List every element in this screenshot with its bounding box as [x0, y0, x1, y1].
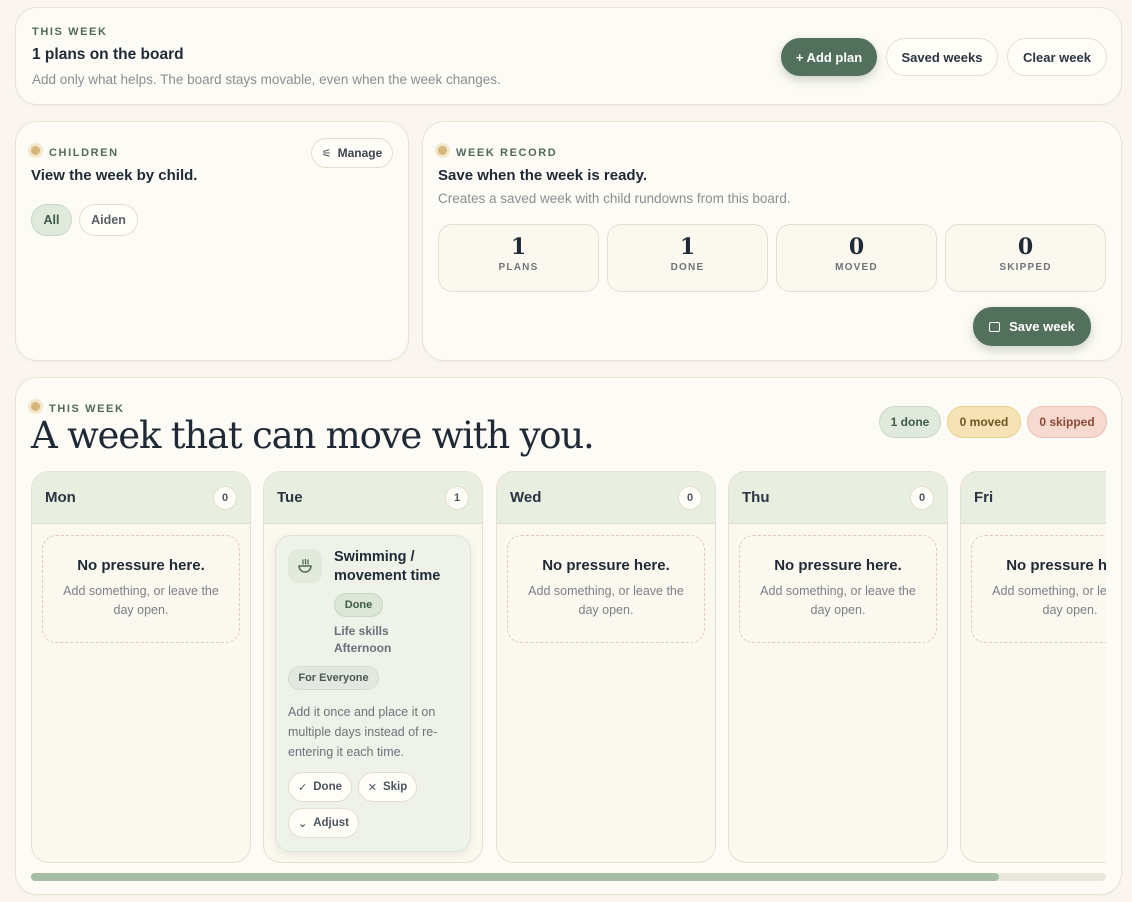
empty-title: No pressure here.	[542, 557, 670, 574]
close-icon: ✕	[367, 781, 377, 794]
header-eyebrow: THIS WEEK	[32, 26, 108, 38]
empty-subtitle: Add something, or leave the day open.	[760, 584, 916, 617]
stat-moved: 0 MOVED	[776, 224, 937, 292]
chevron-down-icon: ⌄	[298, 817, 308, 830]
empty-day-placeholder[interactable]: No pressure here. Add something, or leav…	[507, 535, 705, 643]
day-column-fri: Fri 0 No pressure here. Add something, o…	[960, 471, 1106, 863]
day-header: Mon 0	[32, 472, 250, 524]
sliders-icon: ⚟	[321, 147, 332, 160]
day-name: Wed	[510, 489, 542, 506]
stat-done-value: 1	[679, 234, 696, 260]
plans-count-title: 1 plans on the board	[32, 46, 184, 63]
day-count: 0	[678, 485, 702, 510]
stat-done-label: DONE	[670, 262, 705, 273]
dot-icon	[31, 402, 40, 412]
day-column-thu: Thu 0 No pressure here. Add something, o…	[728, 471, 948, 863]
day-column-wed: Wed 0 No pressure here. Add something, o…	[496, 471, 716, 863]
week-title: A week that can move with you.	[31, 414, 595, 457]
week-board-card: THIS WEEK A week that can move with you.…	[15, 377, 1122, 895]
empty-subtitle: Add something, or leave the day open.	[992, 584, 1106, 617]
skip-action-label: Skip	[382, 781, 408, 793]
empty-title: No pressure here.	[774, 557, 902, 574]
children-card: CHILDREN View the week by child. ⚟ Manag…	[15, 121, 409, 361]
done-action-button[interactable]: ✓ Done	[288, 772, 352, 802]
day-column-mon: Mon 0 No pressure here. Add something, o…	[31, 471, 251, 863]
empty-day-placeholder[interactable]: No pressure here. Add something, or leav…	[42, 535, 240, 643]
board-scrollbar-thumb[interactable]	[31, 873, 999, 881]
save-week-button[interactable]: Save week	[973, 307, 1091, 346]
clear-week-button[interactable]: Clear week	[1007, 38, 1107, 76]
board-viewport[interactable]: Mon 0 No pressure here. Add something, o…	[31, 471, 1106, 863]
header-subtitle: Add only what helps. The board stays mov…	[32, 72, 501, 87]
skipped-badge: 0 skipped	[1027, 406, 1107, 438]
stat-skipped-value: 0	[1017, 234, 1034, 260]
day-header: Thu 0	[729, 472, 947, 524]
plan-status-pill: Done	[334, 593, 383, 617]
stat-skipped-label: SKIPPED	[999, 262, 1052, 273]
empty-day-placeholder[interactable]: No pressure here. Add something, or leav…	[739, 535, 937, 643]
day-name: Thu	[742, 489, 770, 506]
day-count: 0	[910, 485, 934, 510]
plan-note: Add it once and place it on multiple day…	[288, 705, 438, 759]
adjust-action-button[interactable]: ⌄ Adjust	[288, 808, 359, 838]
week-record-card: WEEK RECORD Save when the week is ready.…	[422, 121, 1122, 361]
stat-skipped: 0 SKIPPED	[945, 224, 1106, 292]
stat-plans-value: 1	[510, 234, 527, 260]
stat-moved-label: MOVED	[835, 262, 878, 273]
dot-icon	[438, 146, 447, 156]
stat-plans-label: PLANS	[498, 262, 539, 273]
stat-moved-value: 0	[848, 234, 865, 260]
bowl-icon	[288, 549, 322, 583]
day-name: Tue	[277, 489, 303, 506]
day-column-tue: Tue 1 Swimming / movement time Done Life…	[263, 471, 483, 863]
empty-title: No pressure here.	[1006, 557, 1106, 574]
manage-button[interactable]: ⚟ Manage	[311, 138, 393, 168]
stat-done: 1 DONE	[607, 224, 768, 292]
filter-all-chip[interactable]: All	[31, 204, 72, 236]
plan-time: Afternoon	[334, 641, 392, 655]
save-week-label: Save week	[1009, 319, 1075, 334]
manage-label: Manage	[337, 146, 383, 160]
children-eyebrow: CHILDREN	[49, 147, 119, 159]
empty-title: No pressure here.	[77, 557, 205, 574]
done-badge: 1 done	[879, 406, 941, 438]
done-action-label: Done	[313, 781, 342, 793]
day-name: Mon	[45, 489, 76, 506]
plan-card[interactable]: Swimming / movement time Done Life skill…	[275, 535, 471, 852]
record-eyebrow: WEEK RECORD	[456, 147, 558, 159]
dot-icon	[31, 146, 40, 156]
add-plan-button[interactable]: + Add plan	[781, 38, 877, 76]
empty-subtitle: Add something, or leave the day open.	[63, 584, 219, 617]
check-icon: ✓	[298, 781, 308, 794]
archive-icon	[989, 321, 1001, 332]
skip-action-button[interactable]: ✕ Skip	[358, 772, 417, 802]
children-eyebrow-row: CHILDREN	[31, 143, 119, 161]
record-title: Save when the week is ready.	[438, 167, 647, 184]
board-scrollbar-track[interactable]	[31, 873, 1106, 881]
record-subtitle: Creates a saved week with child rundowns…	[438, 191, 791, 206]
plan-category: Life skills	[334, 624, 389, 638]
empty-day-placeholder[interactable]: No pressure here. Add something, or leav…	[971, 535, 1106, 643]
day-count: 1	[445, 485, 469, 510]
filter-aiden-chip[interactable]: Aiden	[79, 204, 138, 236]
adjust-action-label: Adjust	[313, 817, 349, 829]
record-eyebrow-row: WEEK RECORD	[438, 143, 557, 161]
day-header: Wed 0	[497, 472, 715, 524]
moved-badge: 0 moved	[947, 406, 1021, 438]
day-header: Fri 0	[961, 472, 1106, 524]
saved-weeks-button[interactable]: Saved weeks	[886, 38, 998, 76]
day-header: Tue 1	[264, 472, 482, 524]
stat-plans: 1 PLANS	[438, 224, 599, 292]
audience-pill: For Everyone	[288, 666, 379, 690]
day-name: Fri	[974, 489, 994, 506]
header-card: THIS WEEK 1 plans on the board Add only …	[15, 7, 1122, 105]
day-count: 0	[213, 485, 237, 510]
plan-title: Swimming / movement time	[334, 549, 441, 584]
empty-subtitle: Add something, or leave the day open.	[528, 584, 684, 617]
children-title: View the week by child.	[31, 167, 198, 184]
